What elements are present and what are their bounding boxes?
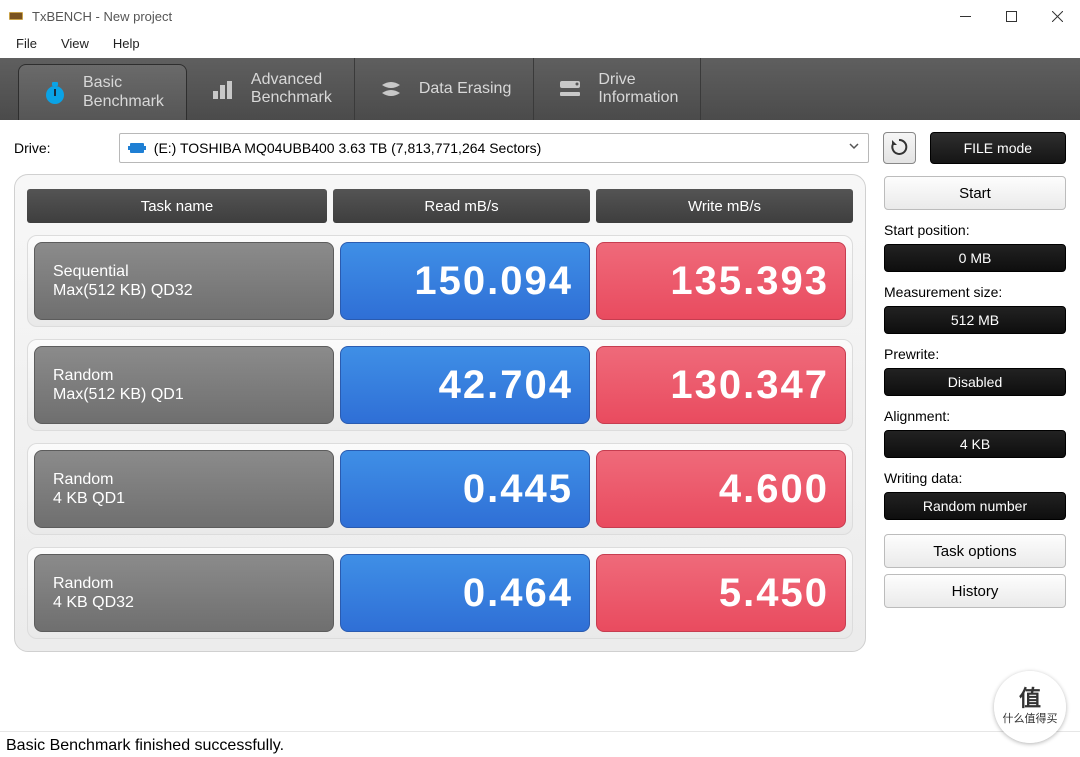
read-tile: 42.704 (340, 346, 590, 424)
file-mode-button[interactable]: FILE mode (930, 132, 1066, 164)
alignment-value[interactable]: 4 KB (884, 430, 1066, 458)
bar-chart-icon (209, 75, 237, 103)
status-bar: Basic Benchmark finished successfully. (0, 731, 1080, 757)
measurement-size-value[interactable]: 512 MB (884, 306, 1066, 334)
menu-view[interactable]: View (51, 34, 99, 52)
task-line2: Max(512 KB) QD32 (53, 281, 193, 300)
measurement-size-label: Measurement size: (884, 278, 1066, 300)
benchmark-row-2: Random 4 KB QD1 0.445 4.600 (27, 443, 853, 535)
benchmark-row-3: Random 4 KB QD32 0.464 5.450 (27, 547, 853, 639)
write-tile: 4.600 (596, 450, 846, 528)
tab-label-line2: Benchmark (251, 89, 332, 107)
tab-bar: Basic Benchmark Advanced Benchmark Data … (0, 58, 1080, 120)
menu-help[interactable]: Help (103, 34, 150, 52)
tab-label-line1: Advanced (251, 71, 332, 89)
task-tile: Random Max(512 KB) QD1 (34, 346, 334, 424)
task-tile: Random 4 KB QD32 (34, 554, 334, 632)
task-line1: Random (53, 470, 125, 489)
refresh-icon (889, 137, 909, 160)
content-area: Task name Read mB/s Write mB/s Sequentia… (0, 174, 1080, 652)
title-bar: TxBENCH - New project (0, 0, 1080, 32)
app-icon (8, 8, 24, 24)
task-tile: Random 4 KB QD1 (34, 450, 334, 528)
tab-basic-benchmark[interactable]: Basic Benchmark (18, 64, 187, 120)
task-line1: Random (53, 574, 134, 593)
writing-data-value[interactable]: Random number (884, 492, 1066, 520)
maximize-button[interactable] (988, 0, 1034, 32)
drive-row: Drive: (E:) TOSHIBA MQ04UBB400 3.63 TB (… (0, 120, 1080, 174)
watermark-badge: 值 什么值得买 (994, 671, 1066, 743)
prewrite-label: Prewrite: (884, 340, 1066, 362)
header-task-name: Task name (27, 189, 327, 223)
refresh-button[interactable] (883, 132, 916, 164)
write-tile: 5.450 (596, 554, 846, 632)
write-value: 5.450 (719, 571, 829, 616)
prewrite-value[interactable]: Disabled (884, 368, 1066, 396)
status-text: Basic Benchmark finished successfully. (6, 737, 284, 755)
tab-label-line1: Basic (83, 74, 164, 92)
drive-select[interactable]: (E:) TOSHIBA MQ04UBB400 3.63 TB (7,813,7… (119, 133, 869, 163)
write-value: 135.393 (670, 259, 829, 304)
task-options-button[interactable]: Task options (884, 534, 1066, 568)
benchmark-header-row: Task name Read mB/s Write mB/s (27, 189, 853, 223)
history-button[interactable]: History (884, 574, 1066, 608)
drive-selected-text: (E:) TOSHIBA MQ04UBB400 3.63 TB (7,813,7… (154, 140, 542, 156)
read-tile: 0.464 (340, 554, 590, 632)
tab-label-line1: Drive (598, 71, 678, 89)
close-button[interactable] (1034, 0, 1080, 32)
read-value: 150.094 (414, 259, 573, 304)
read-value: 0.445 (463, 467, 573, 512)
header-write: Write mB/s (596, 189, 853, 223)
read-value: 0.464 (463, 571, 573, 616)
benchmark-row-0: Sequential Max(512 KB) QD32 150.094 135.… (27, 235, 853, 327)
minimize-button[interactable] (942, 0, 988, 32)
window-controls (942, 0, 1080, 32)
task-tile: Sequential Max(512 KB) QD32 (34, 242, 334, 320)
tab-advanced-benchmark[interactable]: Advanced Benchmark (187, 58, 355, 120)
menu-file[interactable]: File (6, 34, 47, 52)
chevron-down-icon (848, 139, 860, 157)
header-read: Read mB/s (333, 189, 590, 223)
task-line2: 4 KB QD32 (53, 593, 134, 612)
read-tile: 150.094 (340, 242, 590, 320)
start-position-value[interactable]: 0 MB (884, 244, 1066, 272)
writing-data-label: Writing data: (884, 464, 1066, 486)
tab-label-line1: Data Erasing (419, 80, 512, 98)
window-title: TxBENCH - New project (32, 9, 172, 24)
tab-data-erasing[interactable]: Data Erasing (355, 58, 535, 120)
read-tile: 0.445 (340, 450, 590, 528)
write-tile: 135.393 (596, 242, 846, 320)
task-line2: Max(512 KB) QD1 (53, 385, 184, 404)
task-line1: Sequential (53, 262, 193, 281)
start-button[interactable]: Start (884, 176, 1066, 210)
read-value: 42.704 (439, 363, 573, 408)
watermark-bottom: 什么值得买 (1003, 710, 1058, 726)
tab-drive-information[interactable]: Drive Information (534, 58, 701, 120)
hdd-icon (128, 141, 146, 155)
write-value: 130.347 (670, 363, 829, 408)
task-line1: Random (53, 366, 184, 385)
alignment-label: Alignment: (884, 402, 1066, 424)
sidebar: Start Start position: 0 MB Measurement s… (884, 174, 1066, 652)
watermark-top: 值 (1019, 688, 1041, 710)
write-value: 4.600 (719, 467, 829, 512)
task-line2: 4 KB QD1 (53, 489, 125, 508)
drive-icon (556, 75, 584, 103)
start-position-label: Start position: (884, 216, 1066, 238)
erase-icon (377, 75, 405, 103)
benchmark-row-1: Random Max(512 KB) QD1 42.704 130.347 (27, 339, 853, 431)
benchmark-panel: Task name Read mB/s Write mB/s Sequentia… (14, 174, 866, 652)
stopwatch-icon (41, 79, 69, 107)
write-tile: 130.347 (596, 346, 846, 424)
drive-label: Drive: (14, 140, 105, 156)
tab-label-line2: Benchmark (83, 93, 164, 111)
tab-label-line2: Information (598, 89, 678, 107)
menu-bar: File View Help (0, 32, 1080, 58)
